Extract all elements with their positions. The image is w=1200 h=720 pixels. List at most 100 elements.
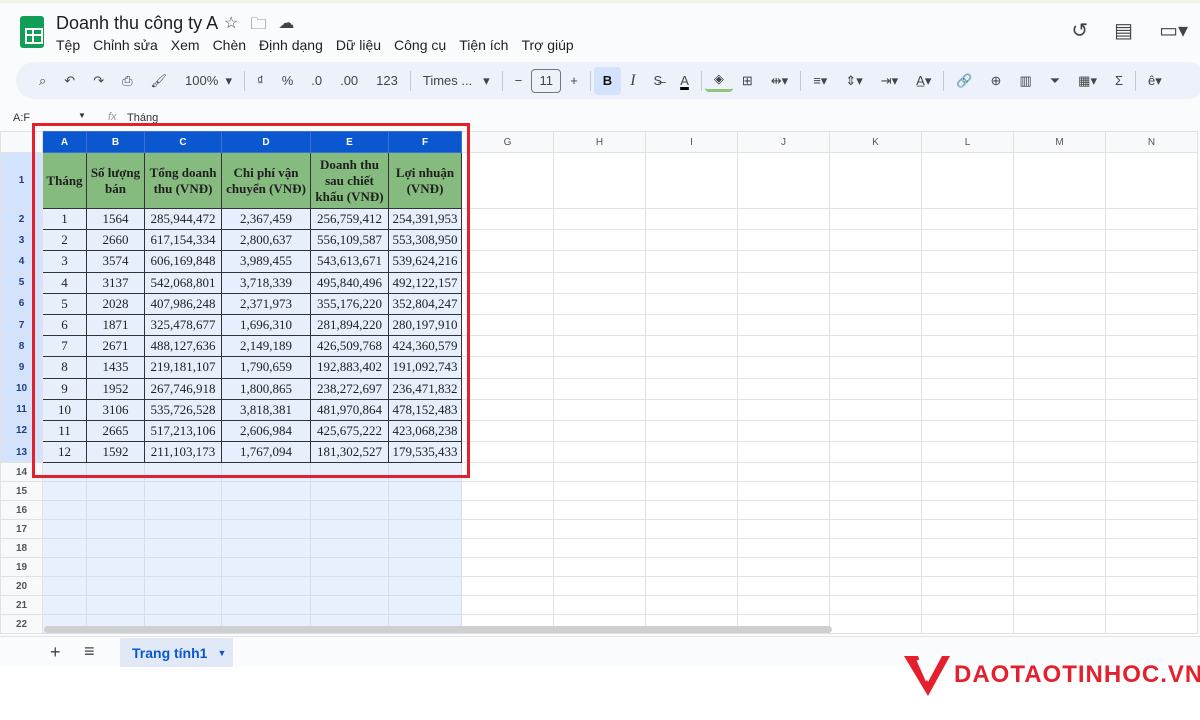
empty-cell[interactable] xyxy=(553,271,646,294)
empty-cell[interactable] xyxy=(42,481,87,502)
empty-cell[interactable] xyxy=(645,557,738,578)
empty-cell[interactable] xyxy=(1013,229,1106,252)
empty-cell[interactable] xyxy=(553,292,646,315)
empty-cell[interactable] xyxy=(645,576,738,597)
empty-cell[interactable] xyxy=(461,229,554,252)
empty-cell[interactable] xyxy=(221,557,311,578)
empty-cell[interactable] xyxy=(221,595,311,616)
column-header-i[interactable]: I xyxy=(645,131,738,153)
fill-color-icon[interactable]: ◈ xyxy=(704,70,733,92)
empty-cell[interactable] xyxy=(553,419,646,443)
empty-cell[interactable] xyxy=(921,207,1014,231)
empty-cell[interactable] xyxy=(1013,271,1106,294)
empty-cell[interactable] xyxy=(1013,557,1106,578)
empty-cell[interactable] xyxy=(1013,595,1106,616)
empty-cell[interactable] xyxy=(1105,207,1198,231)
empty-cell[interactable] xyxy=(310,500,389,521)
name-box[interactable]: A:F xyxy=(13,112,30,124)
text-wrap-icon[interactable]: ⇥▾ xyxy=(872,67,907,95)
empty-cell[interactable] xyxy=(645,377,738,400)
empty-cell[interactable] xyxy=(388,576,462,597)
empty-cell[interactable] xyxy=(645,271,738,294)
empty-cell[interactable] xyxy=(737,500,830,521)
empty-cell[interactable] xyxy=(921,519,1014,540)
empty-cell[interactable] xyxy=(461,335,554,358)
chevron-down-icon[interactable]: ▼ xyxy=(217,648,226,658)
empty-cell[interactable] xyxy=(310,538,389,559)
column-header-l[interactable]: L xyxy=(921,131,1014,153)
increase-decimal-button[interactable]: .00 xyxy=(331,67,367,95)
empty-cell[interactable] xyxy=(388,500,462,521)
empty-cell[interactable] xyxy=(553,152,646,209)
empty-cell[interactable] xyxy=(1013,356,1106,379)
empty-cell[interactable] xyxy=(737,519,830,540)
empty-cell[interactable] xyxy=(42,595,87,616)
empty-cell[interactable] xyxy=(553,595,646,616)
empty-cell[interactable] xyxy=(461,271,554,294)
undo-icon[interactable]: ↶ xyxy=(55,67,84,95)
sheet-tab[interactable]: Trang tính1 ▼ xyxy=(120,638,233,668)
empty-cell[interactable] xyxy=(829,419,922,443)
meet-icon[interactable]: ▭▾ xyxy=(1159,18,1188,43)
empty-cell[interactable] xyxy=(553,377,646,400)
empty-cell[interactable] xyxy=(737,335,830,358)
empty-cell[interactable] xyxy=(829,519,922,540)
empty-cell[interactable] xyxy=(829,377,922,400)
empty-cell[interactable] xyxy=(42,538,87,559)
empty-cell[interactable] xyxy=(1105,377,1198,400)
empty-cell[interactable] xyxy=(388,538,462,559)
italic-button[interactable]: I xyxy=(621,67,644,95)
empty-cell[interactable] xyxy=(42,500,87,521)
empty-cell[interactable] xyxy=(1013,152,1106,209)
empty-cell[interactable] xyxy=(553,229,646,252)
empty-cell[interactable] xyxy=(1013,538,1106,559)
empty-cell[interactable] xyxy=(553,398,646,421)
column-header-h[interactable]: H xyxy=(553,131,646,153)
empty-cell[interactable] xyxy=(921,538,1014,559)
empty-cell[interactable] xyxy=(461,481,554,502)
empty-cell[interactable] xyxy=(829,441,922,464)
empty-cell[interactable] xyxy=(829,576,922,597)
empty-cell[interactable] xyxy=(645,481,738,502)
font-select[interactable]: Times ... ▾ xyxy=(414,67,499,95)
empty-cell[interactable] xyxy=(86,595,145,616)
menu-item[interactable]: Xem xyxy=(171,37,200,53)
empty-cell[interactable] xyxy=(1013,519,1106,540)
empty-cell[interactable] xyxy=(737,356,830,379)
empty-cell[interactable] xyxy=(829,152,922,209)
empty-cell[interactable] xyxy=(1105,538,1198,559)
strikethrough-icon[interactable]: S̶ xyxy=(645,67,672,95)
empty-cell[interactable] xyxy=(1013,292,1106,315)
empty-cell[interactable] xyxy=(144,500,222,521)
empty-cell[interactable] xyxy=(921,462,1014,483)
empty-cell[interactable] xyxy=(553,250,646,273)
empty-cell[interactable] xyxy=(737,398,830,421)
empty-cell[interactable] xyxy=(921,250,1014,273)
empty-cell[interactable] xyxy=(737,292,830,315)
empty-cell[interactable] xyxy=(829,500,922,521)
empty-cell[interactable] xyxy=(1105,441,1198,464)
empty-cell[interactable] xyxy=(1105,152,1198,209)
redo-icon[interactable]: ↷ xyxy=(84,67,113,95)
empty-cell[interactable] xyxy=(737,419,830,443)
empty-cell[interactable] xyxy=(737,462,830,483)
empty-cell[interactable] xyxy=(553,538,646,559)
empty-cell[interactable] xyxy=(645,419,738,443)
empty-cell[interactable] xyxy=(461,152,554,209)
empty-cell[interactable] xyxy=(553,500,646,521)
empty-cell[interactable] xyxy=(645,441,738,464)
menu-item[interactable]: Công cụ xyxy=(394,37,446,53)
empty-cell[interactable] xyxy=(461,207,554,231)
empty-cell[interactable] xyxy=(1013,481,1106,502)
empty-cell[interactable] xyxy=(461,462,554,483)
history-icon[interactable]: ↺ xyxy=(1071,18,1088,43)
empty-cell[interactable] xyxy=(388,481,462,502)
empty-cell[interactable] xyxy=(221,500,311,521)
empty-cell[interactable] xyxy=(921,335,1014,358)
column-header-m[interactable]: M xyxy=(1013,131,1106,153)
empty-cell[interactable] xyxy=(553,576,646,597)
empty-cell[interactable] xyxy=(1105,595,1198,616)
empty-cell[interactable] xyxy=(1013,335,1106,358)
empty-cell[interactable] xyxy=(737,250,830,273)
column-header-g[interactable]: G xyxy=(461,131,554,153)
